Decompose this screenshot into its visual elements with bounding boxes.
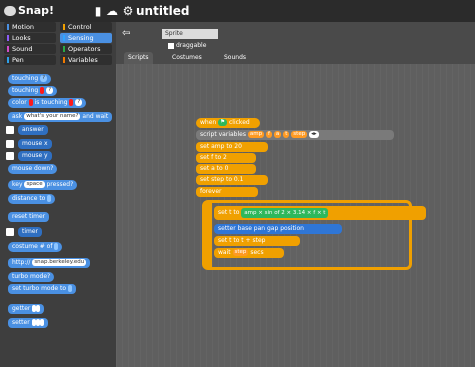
palette-block-attribute-of[interactable]: costume # of bbox=[8, 242, 63, 252]
palette-block-getter[interactable]: getter bbox=[8, 304, 45, 314]
category-variables[interactable]: Variables bbox=[60, 55, 112, 65]
setter-block[interactable]: setter base pan gap position bbox=[214, 224, 342, 234]
mousey-checkbox[interactable] bbox=[6, 152, 14, 160]
script-stack[interactable]: when ⚑ clicked script variables amp f a … bbox=[196, 118, 436, 338]
set-step-block[interactable]: set step to 0.1 bbox=[196, 175, 268, 185]
sprite-arrow-icon[interactable]: ⇦ bbox=[122, 28, 130, 39]
set-a-block[interactable]: set a to 0 bbox=[196, 164, 256, 174]
answer-checkbox[interactable] bbox=[6, 126, 14, 134]
expression-reporter[interactable]: amp × sin of 2 × 3.14 × f × t bbox=[241, 207, 329, 218]
ask-input[interactable]: what's your name? bbox=[24, 113, 81, 120]
set-t-step-block[interactable]: set t to t + step bbox=[214, 236, 300, 246]
palette-block-touching-2[interactable]: touching ? bbox=[8, 86, 57, 96]
palette-block-touching[interactable]: touching ? bbox=[8, 74, 52, 84]
palette-block-mouse-x[interactable]: mouse x bbox=[18, 139, 52, 149]
palette-block-mouse-down[interactable]: mouse down? bbox=[8, 164, 58, 174]
draggable-checkbox[interactable] bbox=[168, 42, 174, 49]
sprite-name-field[interactable]: Sprite bbox=[162, 29, 218, 39]
mousex-checkbox[interactable] bbox=[6, 140, 14, 148]
when-clicked-hat[interactable]: when ⚑ clicked bbox=[196, 118, 260, 128]
palette-block-distance-to[interactable]: distance to bbox=[8, 194, 56, 204]
touching-color[interactable] bbox=[40, 87, 45, 94]
tab-costumes[interactable]: Costumes bbox=[168, 52, 206, 64]
sprite-panel: ⇦ Sprite draggable Scripts Costumes Soun… bbox=[116, 22, 475, 64]
tab-scripts[interactable]: Scripts bbox=[124, 52, 153, 64]
set-amp-block[interactable]: set amp to 20 bbox=[196, 142, 268, 152]
category-pen[interactable]: Pen bbox=[4, 55, 56, 65]
palette-block-ask[interactable]: ask what's your name? and wait bbox=[8, 112, 113, 122]
color-2[interactable] bbox=[69, 99, 74, 106]
category-sensing[interactable]: Sensing bbox=[60, 33, 112, 43]
settings-icon[interactable]: ⚙ bbox=[120, 3, 136, 19]
wait-block[interactable]: wait step secs bbox=[214, 248, 284, 258]
left-panel: Motion Control Looks Sensing Sound Opera… bbox=[0, 22, 116, 367]
app-logo[interactable]: Snap! bbox=[4, 4, 54, 17]
touching-dropdown[interactable]: ? bbox=[40, 75, 48, 82]
palette-block-http[interactable]: http:// snap.berkeley.edu bbox=[8, 258, 91, 268]
palette-block-mouse-y[interactable]: mouse y bbox=[18, 151, 52, 161]
category-motion[interactable]: Motion bbox=[4, 22, 56, 32]
key-dropdown[interactable]: space bbox=[24, 181, 45, 188]
url-input[interactable]: snap.berkeley.edu bbox=[32, 259, 87, 266]
set-t-block[interactable]: set t to amp × sin of 2 × 3.14 × f × t bbox=[214, 206, 426, 220]
palette-block-color-touching[interactable]: color is touching ? bbox=[8, 98, 87, 108]
palette-block-key-pressed[interactable]: key space pressed? bbox=[8, 180, 78, 190]
right-area: ⇦ Sprite draggable Scripts Costumes Soun… bbox=[116, 22, 475, 367]
cloud-icon[interactable]: ☁ bbox=[104, 3, 120, 19]
category-list: Motion Control Looks Sensing Sound Opera… bbox=[4, 22, 112, 65]
top-bar: Snap! ▮ ☁ ⚙ untitled bbox=[0, 0, 475, 22]
draggable-toggle[interactable]: draggable bbox=[168, 42, 206, 49]
category-operators[interactable]: Operators bbox=[60, 44, 112, 54]
category-sound[interactable]: Sound bbox=[4, 44, 56, 54]
category-control[interactable]: Control bbox=[60, 22, 112, 32]
script-area[interactable]: when ⚑ clicked script variables amp f a … bbox=[116, 64, 475, 367]
tab-bar: Scripts Costumes Sounds bbox=[124, 52, 474, 64]
color-1[interactable] bbox=[28, 99, 33, 106]
palette-block-set-turbo[interactable]: set turbo mode to bbox=[8, 284, 76, 294]
set-f-block[interactable]: set f to 2 bbox=[196, 153, 256, 163]
palette-block-timer[interactable]: timer bbox=[18, 227, 43, 237]
palette-block-turbo-mode[interactable]: turbo mode? bbox=[8, 272, 55, 282]
palette-block-reset-timer[interactable]: reset timer bbox=[8, 212, 50, 222]
forever-block[interactable]: forever bbox=[196, 187, 258, 197]
category-looks[interactable]: Looks bbox=[4, 33, 56, 43]
script-variables-block[interactable]: script variables amp f a t step ◂▸ bbox=[196, 130, 394, 140]
tab-sounds[interactable]: Sounds bbox=[220, 52, 250, 64]
logo-mark-icon bbox=[4, 6, 16, 16]
palette-block-setter[interactable]: setter bbox=[8, 318, 48, 328]
palette-block-answer[interactable]: answer bbox=[18, 125, 48, 135]
green-flag-icon: ⚑ bbox=[218, 119, 228, 126]
block-palette: touching ? touching ? color is touching … bbox=[0, 70, 116, 367]
project-title: untitled bbox=[136, 4, 190, 18]
timer-checkbox[interactable] bbox=[6, 228, 14, 236]
